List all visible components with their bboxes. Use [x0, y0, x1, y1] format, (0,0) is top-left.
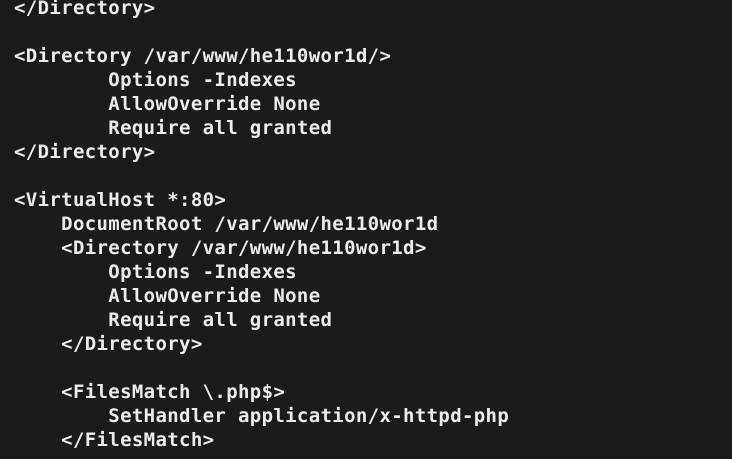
vertical-scrollbar[interactable]	[728, 0, 732, 459]
code-line-3: <Directory /var/www/he110wor1d/>	[14, 45, 392, 67]
code-line-8	[14, 164, 509, 188]
code-line-4: Options -Indexes	[14, 69, 297, 91]
code-line-17: <FilesMatch \.php$>	[14, 381, 286, 403]
code-line-7: </Directory>	[14, 141, 156, 163]
code-line-19: </FilesMatch>	[14, 429, 215, 451]
code-line-18: SetHandler application/x-httpd-php	[14, 405, 510, 427]
code-line-13: AllowOverride None	[14, 285, 321, 307]
code-line-9: <VirtualHost *:80>	[14, 189, 227, 211]
code-line-2	[14, 20, 509, 44]
code-line-10: DocumentRoot /var/www/he110wor1d	[14, 213, 439, 235]
code-line-1: </Directory>	[14, 0, 156, 19]
code-line-5: AllowOverride None	[14, 93, 321, 115]
terminal-window[interactable]: </Directory> <Directory /var/www/he110wo…	[0, 0, 732, 459]
code-line-11: <Directory /var/www/he110wor1d>	[14, 237, 427, 259]
config-text-area[interactable]: </Directory> <Directory /var/www/he110wo…	[14, 0, 509, 452]
code-line-16	[14, 356, 509, 380]
code-line-14: Require all granted	[14, 309, 333, 331]
code-line-12: Options -Indexes	[14, 261, 297, 283]
code-line-15: </Directory>	[14, 333, 203, 355]
code-line-6: Require all granted	[14, 117, 333, 139]
